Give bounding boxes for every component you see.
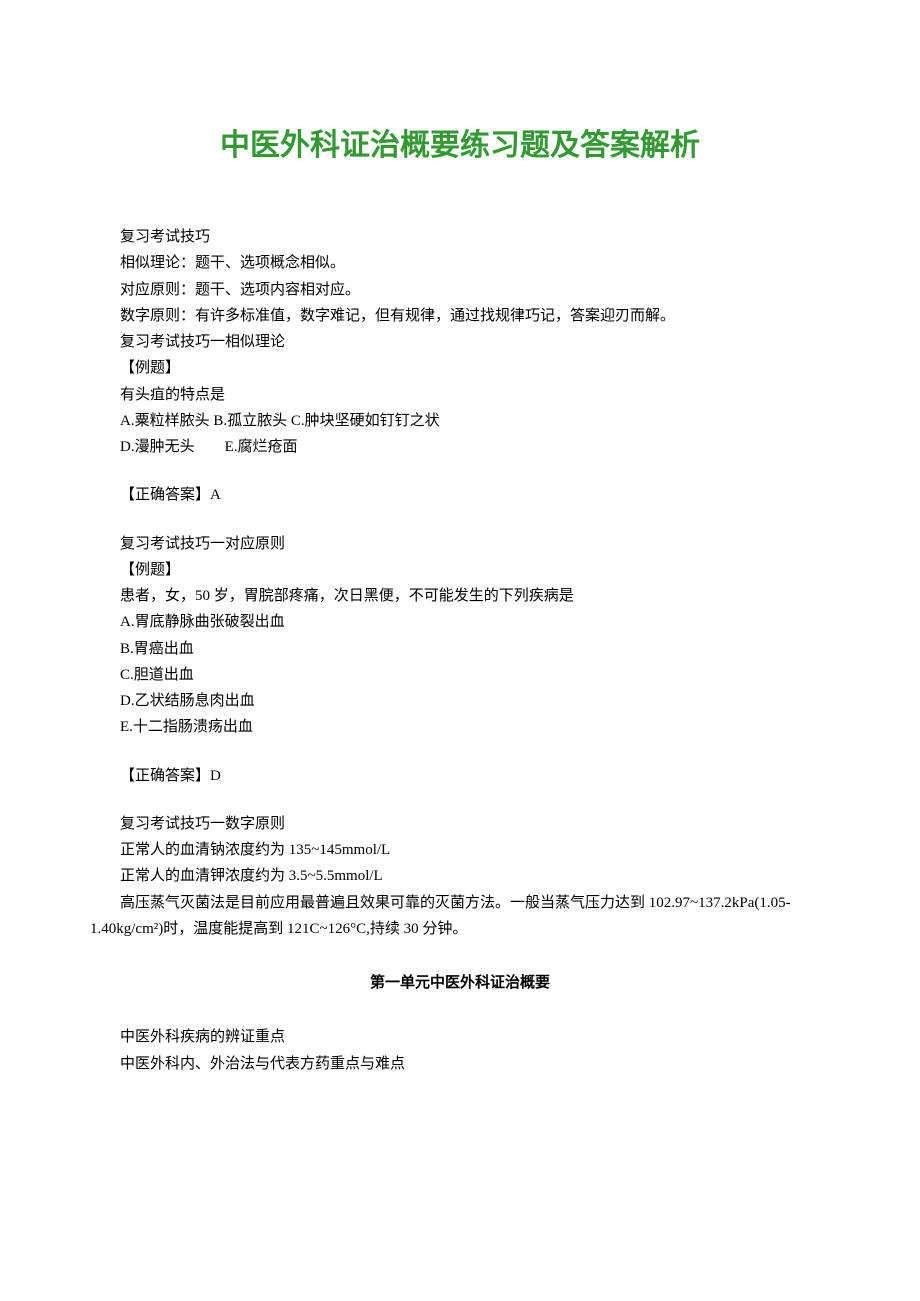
question-option: A.胃底静脉曲张破裂出血 [90,609,830,635]
question-option: A.粟粒样脓头 B.孤立脓头 C.肿块坚硬如钉钉之状 [90,408,830,434]
paragraph: 中医外科内、外治法与代表方药重点与难点 [90,1051,830,1077]
answer-line: 【正确答案】A [90,482,830,508]
paragraph: 正常人的血清钾浓度约为 3.5~5.5mmol/L [90,863,830,889]
paragraph: 复习考试技巧 [90,224,830,250]
example-marker: 【例题】 [90,355,830,381]
answer-line: 【正确答案】D [90,763,830,789]
paragraph: 复习考试技巧一对应原则 [90,531,830,557]
paragraph: 对应原则：题干、选项内容相对应。 [90,277,830,303]
paragraph: 中医外科疾病的辨证重点 [90,1024,830,1050]
question-stem: 有头疽的特点是 [90,382,830,408]
question-option: D.漫肿无头 E.腐烂疮面 [90,434,830,460]
paragraph: 正常人的血清钠浓度约为 135~145mmol/L [90,837,830,863]
question-option: C.胆道出血 [90,662,830,688]
spacer [90,509,830,531]
example-marker: 【例题】 [90,557,830,583]
paragraph: 相似理论：题干、选项概念相似。 [90,250,830,276]
paragraph: 数字原则：有许多标准值，数字难记，但有规律，通过找规律巧记，答案迎刃而解。 [90,303,830,329]
spacer [90,460,830,482]
document-page: 中医外科证治概要练习题及答案解析 复习考试技巧 相似理论：题干、选项概念相似。 … [0,0,920,1157]
paragraph: 复习考试技巧一数字原则 [90,811,830,837]
section-heading: 第一单元中医外科证治概要 [90,970,830,996]
spacer [90,741,830,763]
question-stem: 患者，女，50 岁，胃脘部疼痛，次日黑便，不可能发生的下列疾病是 [90,583,830,609]
body-text: 复习考试技巧 相似理论：题干、选项概念相似。 对应原则：题干、选项内容相对应。 … [90,224,830,1077]
spacer [90,789,830,811]
page-title: 中医外科证治概要练习题及答案解析 [90,120,830,164]
paragraph: 复习考试技巧一相似理论 [90,329,830,355]
question-option: D.乙状结肠息肉出血 [90,688,830,714]
paragraph: 高压蒸气灭菌法是目前应用最普遍且效果可靠的灭菌方法。一般当蒸气压力达到 102.… [90,890,830,943]
question-option: B.胃癌出血 [90,636,830,662]
question-option: E.十二指肠溃疡出血 [90,714,830,740]
